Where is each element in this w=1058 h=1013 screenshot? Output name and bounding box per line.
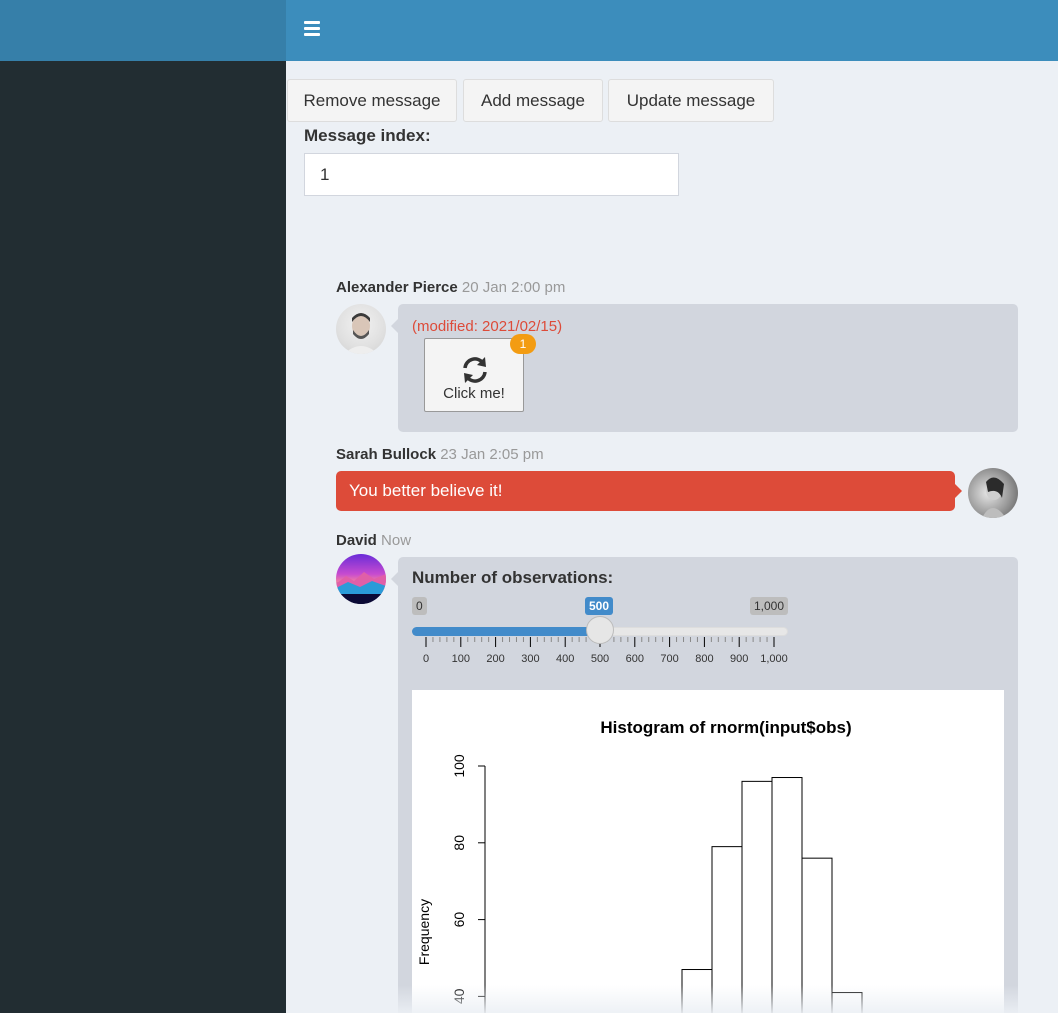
slider-tick-label: 300 [521, 653, 540, 665]
logo-area [0, 0, 286, 61]
message-bubble: Number of observations: 0 1,000 500 0 100… [391, 557, 1018, 1013]
message-time: Now [381, 532, 412, 549]
slider-min-label: 0 [412, 597, 427, 615]
slider-tick-labels: 0 100 200 300 400 500 600 700 800 900 1,000 [412, 653, 788, 667]
slider-tick-label: 600 [625, 653, 644, 665]
histogram-bars [681, 777, 863, 1013]
notification-badge: 1 [510, 334, 536, 354]
avatar [336, 554, 386, 604]
click-me-button[interactable]: Click me! [424, 338, 524, 412]
histogram-bar [681, 969, 713, 1013]
message-meta: Alexander Pierce 20 Jan 2:00 pm [336, 279, 565, 296]
message-bubble-right: You better believe it! [336, 471, 962, 511]
y-tick-label: 60 [451, 912, 467, 928]
slider-tick-label: 800 [695, 653, 714, 665]
y-axis-label: Frequency [416, 899, 432, 965]
y-axis: 40 60 80 100 [451, 754, 486, 1013]
slider-tick-label: 400 [556, 653, 575, 665]
observations-label: Number of observations: [412, 568, 614, 587]
message-index-label: Message index: [304, 126, 431, 145]
remove-message-button[interactable]: Remove message [287, 79, 457, 122]
message-index-input[interactable] [304, 153, 679, 196]
sidebar [0, 61, 286, 1013]
slider-tick-label: 100 [451, 653, 470, 665]
histogram-bar [771, 777, 803, 1013]
top-navbar [286, 0, 1058, 61]
histogram-bar [831, 992, 863, 1013]
slider-fill [412, 627, 600, 636]
slider-value-label: 500 [585, 597, 614, 615]
author-name: Alexander Pierce [336, 279, 458, 296]
y-tick-label: 100 [451, 754, 467, 778]
histogram-bar [711, 846, 743, 1013]
slider-tick-label: 700 [660, 653, 679, 665]
slider-tick-label: 0 [422, 653, 430, 665]
message-meta: David Now [336, 532, 411, 549]
message-time: 23 Jan 2:05 pm [440, 446, 544, 463]
message-bubble: (modified: 2021/02/15) Click me! 1 [391, 304, 1018, 432]
slider-tick-label: 900 [730, 653, 749, 665]
y-tick-label: 40 [451, 988, 467, 1004]
slider-max-label: 1,000 [749, 597, 788, 615]
observations-slider[interactable]: 0 1,000 500 0 100 200 300 400 500 600 700 800 900… [412, 597, 788, 677]
add-message-button[interactable]: Add message [463, 79, 603, 122]
hamburger-icon[interactable] [304, 21, 320, 37]
slider-tick-label: 200 [486, 653, 505, 665]
slider-tick-label: 500 [590, 653, 610, 665]
histogram-bar [741, 780, 773, 1013]
message-meta: Sarah Bullock 23 Jan 2:05 pm [336, 446, 544, 463]
slider-handle[interactable] [586, 616, 614, 644]
message-time: 20 Jan 2:00 pm [461, 279, 566, 296]
modified-note: (modified: 2021/02/15) [412, 318, 563, 335]
author-name: Sarah Bullock [336, 446, 437, 463]
click-me-label: Click me! [443, 385, 505, 402]
y-tick-label: 80 [451, 835, 467, 851]
histogram-bar [801, 857, 833, 1013]
histogram-plot: Histogram of rnorm(input$obs) Frequency … [412, 690, 1004, 1013]
avatar [336, 304, 386, 354]
avatar [968, 468, 1018, 518]
slider-tick-label: 1,000 [760, 653, 788, 665]
author-name: David [336, 532, 377, 549]
update-message-button[interactable]: Update message [608, 79, 774, 122]
chart-title: Histogram of rnorm(input$obs) [600, 718, 851, 737]
refresh-icon [463, 357, 487, 383]
